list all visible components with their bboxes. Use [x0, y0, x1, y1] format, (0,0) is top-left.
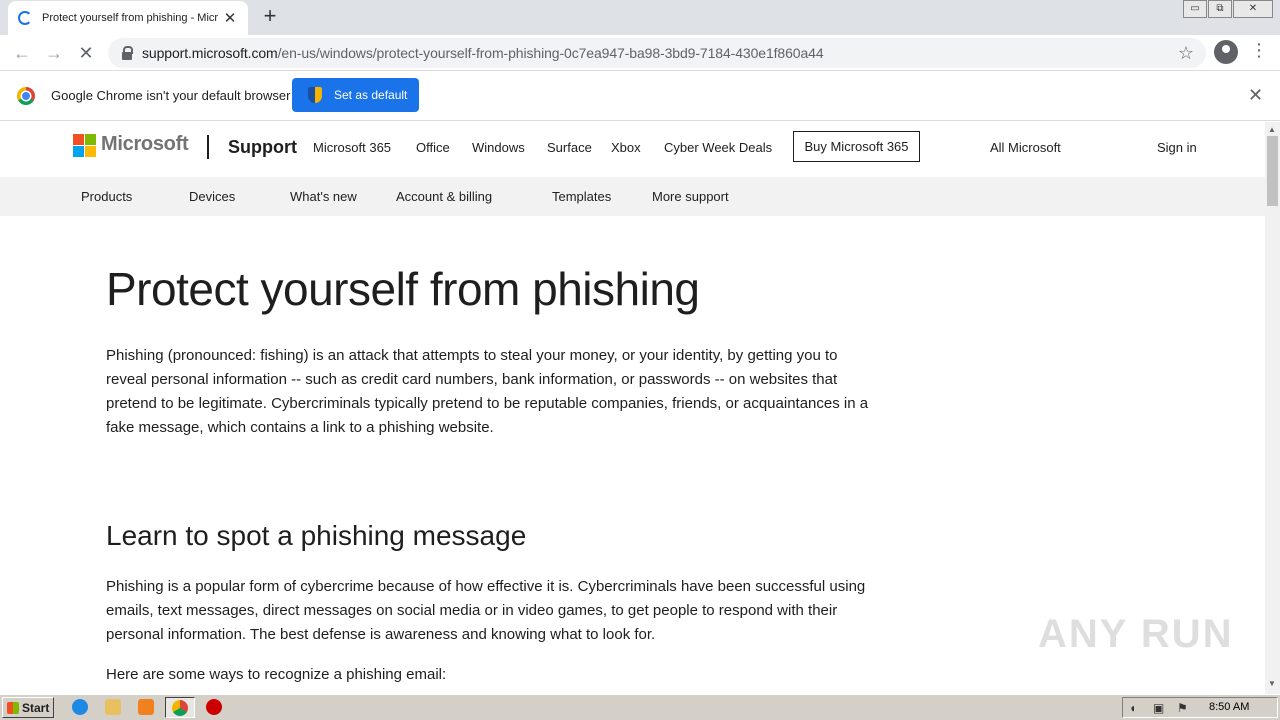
bookmark-star-icon[interactable]: ☆	[1178, 43, 1194, 64]
scrollbar-thumb[interactable]	[1267, 136, 1278, 206]
browser-tab-active[interactable]: Protect yourself from phishing - Micr ✕	[8, 1, 248, 35]
nav-surface[interactable]: Surface	[547, 140, 592, 155]
uac-shield-icon	[308, 87, 322, 103]
header-divider	[207, 135, 209, 159]
windows-flag-icon	[7, 701, 19, 714]
minimize-window-button[interactable]: ▭	[1183, 0, 1207, 18]
action-center-flag-icon[interactable]: ⚑	[1177, 701, 1188, 715]
support-subnav: Products Devices What's new Account & bi…	[0, 177, 1265, 216]
site-header: Microsoft Support Microsoft 365 Office W…	[0, 122, 1265, 177]
page-scrollbar[interactable]: ▲ ▼	[1265, 122, 1280, 694]
nav-cyber-week-deals[interactable]: Cyber Week Deals	[664, 140, 772, 155]
back-button[interactable]: ←	[8, 39, 36, 67]
tab-title: Protect yourself from phishing - Micr	[42, 12, 219, 24]
chrome-taskbar-button[interactable]	[165, 697, 195, 718]
scroll-down-arrow-icon[interactable]: ▼	[1268, 679, 1276, 688]
buy-microsoft-365-button[interactable]: Buy Microsoft 365	[793, 131, 920, 162]
browser-menu-icon[interactable]: ⋮	[1250, 40, 1268, 61]
profile-avatar-icon[interactable]	[1214, 40, 1238, 64]
intro-paragraph: Phishing (pronounced: fishing) is an att…	[106, 347, 869, 436]
close-window-button[interactable]: ✕	[1233, 0, 1273, 18]
new-tab-button[interactable]: +	[259, 5, 281, 27]
subnav-account-billing[interactable]: Account & billing	[396, 189, 492, 204]
subnav-whats-new[interactable]: What's new	[290, 189, 357, 204]
microsoft-brand[interactable]: Microsoft	[101, 133, 189, 156]
subnav-devices[interactable]: Devices	[189, 189, 235, 204]
ways-intro-paragraph: Here are some ways to recognize a phishi…	[106, 666, 447, 683]
set-as-default-button[interactable]: Set as default	[292, 78, 419, 112]
antivirus-alert-icon[interactable]	[206, 699, 222, 715]
chrome-logo-icon	[17, 87, 35, 105]
section-paragraph: Phishing is a popular form of cybercrime…	[106, 578, 866, 643]
tab-strip: Protect yourself from phishing - Micr ✕ …	[0, 0, 1280, 35]
nav-windows[interactable]: Windows	[472, 140, 525, 155]
stop-loading-button[interactable]: ✕	[72, 39, 100, 67]
support-link[interactable]: Support	[228, 137, 297, 158]
set-as-default-label: Set as default	[334, 88, 408, 102]
subnav-products[interactable]: Products	[81, 189, 132, 204]
chrome-taskbar-icon	[172, 700, 188, 716]
tab-close-icon[interactable]: ✕	[222, 9, 238, 27]
browser-toolbar: ← → ✕ support.microsoft.com/en-us/window…	[0, 35, 1280, 71]
internet-explorer-icon[interactable]	[72, 699, 88, 715]
forward-button[interactable]: →	[40, 39, 68, 67]
infobar-message: Google Chrome isn't your default browser	[51, 88, 291, 103]
loading-spinner-icon	[18, 11, 32, 25]
scroll-up-arrow-icon[interactable]: ▲	[1268, 125, 1276, 134]
nav-xbox[interactable]: Xbox	[611, 140, 641, 155]
url-text[interactable]: support.microsoft.com/en-us/windows/prot…	[142, 45, 824, 61]
nav-microsoft-365[interactable]: Microsoft 365	[313, 140, 391, 155]
restore-window-button[interactable]: ⧉	[1208, 0, 1232, 18]
all-microsoft-menu[interactable]: All Microsoft	[990, 140, 1061, 155]
start-button[interactable]: Start	[2, 697, 54, 718]
anyrun-watermark: ANY RUN	[1038, 612, 1234, 656]
lock-icon[interactable]	[120, 45, 134, 61]
subnav-templates[interactable]: Templates	[552, 189, 611, 204]
windows-taskbar: Start ◖ ▣ ⚑ 8:50 AM	[0, 694, 1280, 720]
default-browser-infobar: Google Chrome isn't your default browser…	[0, 72, 1280, 121]
taskbar-clock[interactable]: 8:50 AM	[1209, 701, 1249, 713]
microsoft-logo-icon[interactable]	[73, 134, 96, 157]
subnav-more-support[interactable]: More support	[652, 189, 729, 204]
start-label: Start	[22, 700, 50, 715]
system-tray: ◖ ▣ ⚑	[1122, 697, 1278, 718]
infobar-close-icon[interactable]: ✕	[1248, 85, 1263, 106]
url-path: /en-us/windows/protect-yourself-from-phi…	[277, 45, 824, 61]
media-player-icon[interactable]	[138, 699, 154, 715]
nav-office[interactable]: Office	[416, 140, 450, 155]
volume-icon[interactable]: ◖	[1129, 701, 1136, 715]
url-host: support.microsoft.com	[142, 45, 278, 61]
network-icon[interactable]: ▣	[1153, 701, 1164, 715]
section-heading: Learn to spot a phishing message	[106, 520, 527, 551]
sign-in-link[interactable]: Sign in	[1157, 140, 1197, 155]
page-title: Protect yourself from phishing	[106, 263, 700, 315]
address-bar[interactable]: support.microsoft.com/en-us/windows/prot…	[108, 38, 1206, 68]
file-explorer-icon[interactable]	[105, 699, 121, 715]
